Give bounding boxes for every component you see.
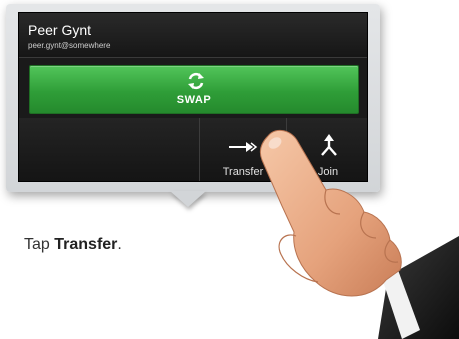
join-arrows-icon (321, 134, 337, 156)
transfer-arrow-icon (229, 142, 258, 152)
join-label: Join (317, 166, 339, 178)
swap-label: SWAP (176, 94, 212, 106)
join-button[interactable]: Join (287, 118, 367, 181)
contact-header: Peer Gynt peer.gynt@somewhere (19, 13, 367, 58)
popup-pointer (170, 191, 206, 207)
instruction-emphasis: Transfer (54, 236, 118, 253)
swap-arrows-icon (188, 72, 204, 90)
call-screen: Peer Gynt peer.gynt@somewhere SWAP Trans… (18, 12, 368, 182)
contact-email: peer.gynt@somewhere (28, 41, 111, 50)
instruction-prefix: Tap (24, 236, 55, 253)
transfer-label: Transfer (222, 166, 264, 178)
instruction-suffix: . (117, 236, 122, 253)
call-actions-row: Transfer Join (19, 118, 367, 181)
transfer-button[interactable]: Transfer (200, 118, 286, 181)
swap-button[interactable]: SWAP (29, 65, 359, 114)
contact-name: Peer Gynt (28, 22, 92, 38)
instruction-text: Tap Transfer. (24, 236, 122, 254)
